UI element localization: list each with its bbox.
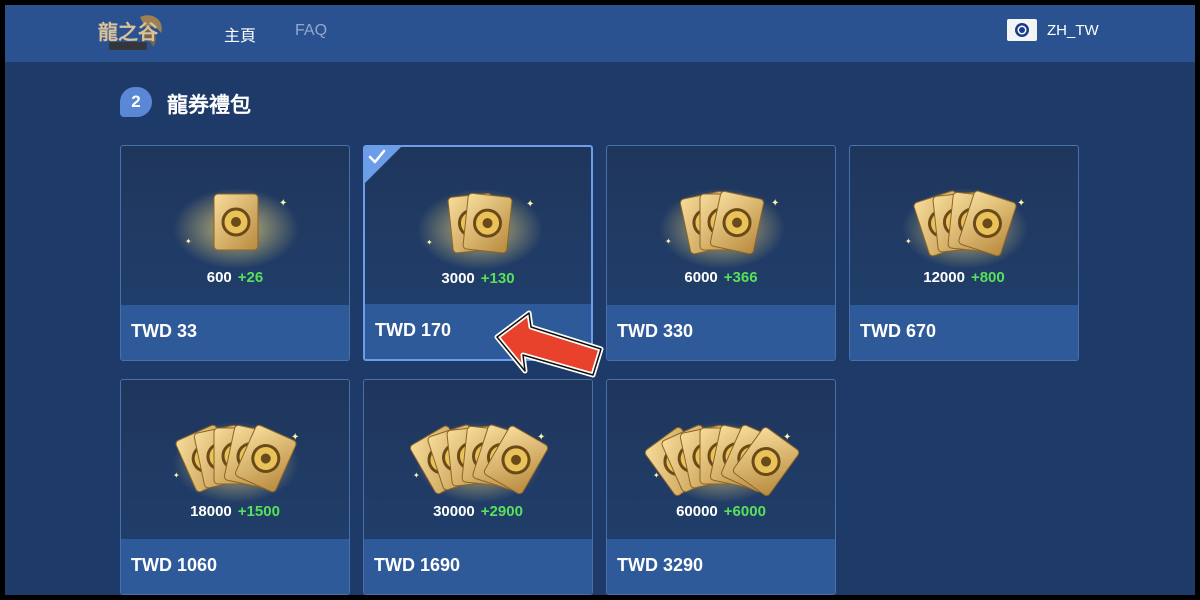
- bonus-amount: +366: [723, 269, 758, 286]
- price-bar: TWD 1060: [121, 539, 349, 594]
- language-label: ZH_TW: [1047, 21, 1099, 39]
- page-frame: 龍之谷 主頁 FAQ ZH_TW 2 龍券禮包 ✦ ✦ 600 +26 TWD 33 ✦ ✦…: [5, 5, 1195, 595]
- base-amount: 12000: [923, 269, 965, 286]
- price-bar: TWD 33: [121, 305, 349, 360]
- svg-text:✦: ✦: [665, 237, 672, 246]
- coupon-amount: 60000 +6000: [607, 503, 835, 520]
- svg-text:✦: ✦: [771, 198, 779, 209]
- top-navigation-bar: 龍之谷 主頁 FAQ ZH_TW: [5, 5, 1195, 62]
- price-bar: TWD 670: [850, 305, 1078, 360]
- package-card[interactable]: ✦ ✦ 12000 +800 TWD 670: [849, 145, 1079, 361]
- base-amount: 18000: [190, 503, 232, 520]
- price-label: TWD 1060: [131, 555, 218, 575]
- section-title: 龍券禮包: [167, 94, 251, 117]
- coupon-stack-icon: ✦ ✦: [121, 400, 349, 505]
- base-amount: 60000: [676, 503, 718, 520]
- game-logo[interactable]: 龍之谷: [95, 11, 167, 55]
- nav-faq-link[interactable]: FAQ: [295, 22, 327, 40]
- price-label: TWD 3290: [617, 555, 704, 575]
- bonus-amount: +800: [970, 269, 1005, 286]
- svg-text:✦: ✦: [291, 432, 299, 443]
- language-selector[interactable]: ZH_TW: [1007, 18, 1099, 42]
- base-amount: 600: [206, 269, 232, 286]
- red-arrow-annotation: [494, 310, 604, 378]
- price-label: TWD 1690: [374, 555, 461, 575]
- svg-text:龍之谷: 龍之谷: [98, 20, 159, 44]
- bonus-amount: +2900: [480, 503, 523, 520]
- bonus-amount: +1500: [237, 503, 280, 520]
- svg-text:✦: ✦: [185, 237, 192, 246]
- svg-text:✦: ✦: [905, 237, 912, 246]
- coupon-stack-icon: ✦ ✦: [121, 166, 349, 271]
- svg-text:✦: ✦: [526, 199, 534, 210]
- package-card[interactable]: ✦ ✦ 6000 +366 TWD 330: [606, 145, 836, 361]
- package-card[interactable]: ✦ ✦ 600 +26 TWD 33: [120, 145, 350, 361]
- svg-text:✦: ✦: [426, 238, 433, 247]
- base-amount: 6000: [684, 269, 718, 286]
- price-label: TWD 670: [860, 321, 937, 341]
- coupon-stack-icon: ✦ ✦: [607, 166, 835, 271]
- svg-text:✦: ✦: [173, 471, 180, 480]
- price-bar: TWD 3290: [607, 539, 835, 594]
- coupon-amount: 600 +26: [121, 269, 349, 286]
- base-amount: 30000: [433, 503, 475, 520]
- coupon-stack-icon: ✦ ✦: [850, 166, 1078, 271]
- bonus-amount: +6000: [723, 503, 766, 520]
- svg-text:✦: ✦: [279, 198, 287, 209]
- bonus-amount: +130: [480, 270, 515, 287]
- svg-text:✦: ✦: [1017, 198, 1025, 209]
- coupon-amount: 3000 +130: [365, 270, 591, 287]
- price-bar: TWD 1690: [364, 539, 592, 594]
- svg-text:✦: ✦: [537, 432, 545, 443]
- nav-home-link[interactable]: 主頁: [224, 22, 256, 46]
- bonus-amount: +26: [237, 269, 264, 286]
- package-card[interactable]: ✦ ✦ 60000 +6000 TWD 3290: [606, 379, 836, 595]
- coupon-amount: 12000 +800: [850, 269, 1078, 286]
- coupon-amount: 30000 +2900: [364, 503, 592, 520]
- base-amount: 3000: [441, 270, 475, 287]
- price-label: TWD 33: [131, 321, 198, 341]
- package-card[interactable]: ✦ ✦ 18000 +1500 TWD 1060: [120, 379, 350, 595]
- svg-text:✦: ✦: [783, 432, 791, 443]
- price-label: TWD 330: [617, 321, 694, 341]
- package-card[interactable]: ✦ ✦ 30000 +2900 TWD 1690: [363, 379, 593, 595]
- price-bar: TWD 330: [607, 305, 835, 360]
- coupon-stack-icon: ✦ ✦: [607, 400, 835, 505]
- coupon-amount: 18000 +1500: [121, 503, 349, 520]
- section-number-badge: 2: [120, 87, 152, 117]
- taiwan-flag-icon: [1007, 19, 1037, 41]
- svg-text:✦: ✦: [653, 471, 660, 480]
- price-label: TWD 170: [375, 320, 452, 340]
- svg-text:✦: ✦: [413, 471, 420, 480]
- coupon-stack-icon: ✦ ✦: [364, 400, 592, 505]
- coupon-amount: 6000 +366: [607, 269, 835, 286]
- checkmark-icon: [368, 149, 386, 164]
